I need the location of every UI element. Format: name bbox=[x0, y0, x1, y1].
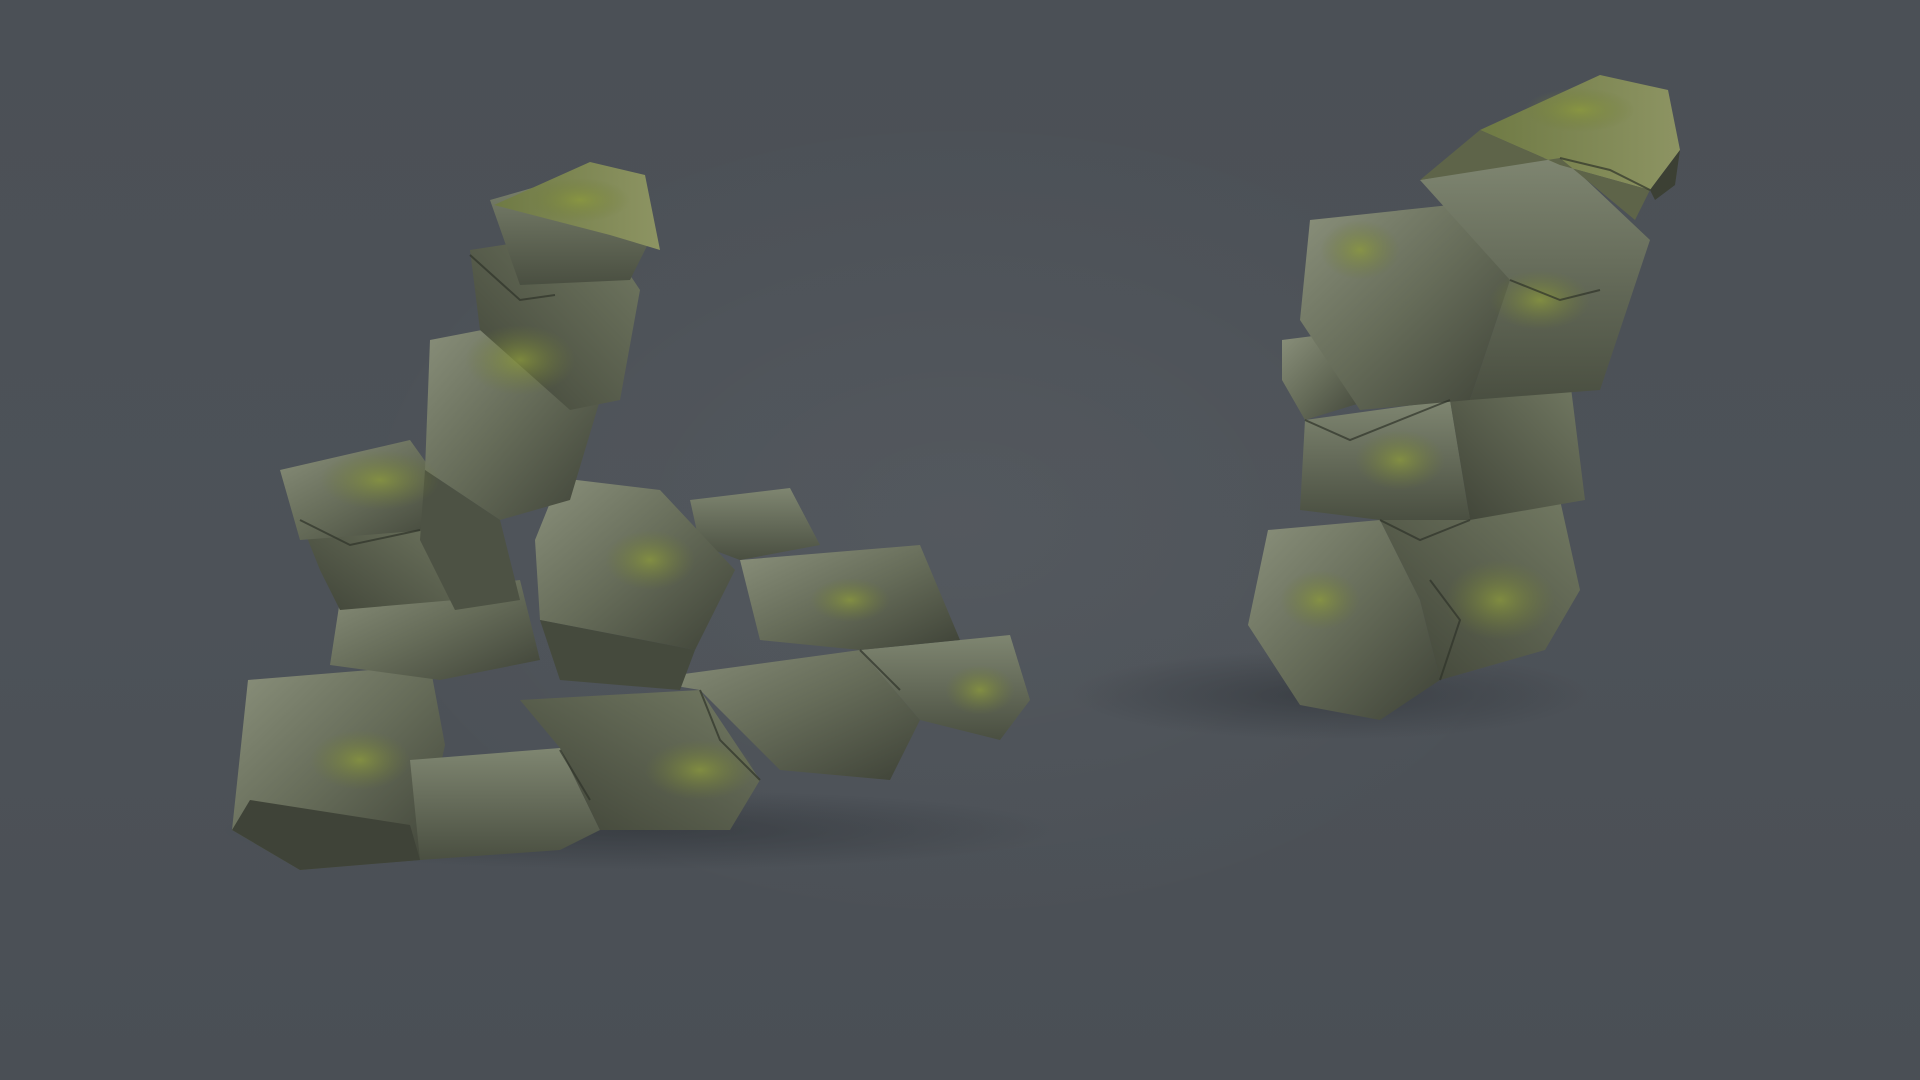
moss-patch bbox=[1320, 220, 1400, 280]
moss-patch bbox=[465, 325, 575, 395]
moss-patch bbox=[645, 740, 755, 800]
moss-patch bbox=[310, 730, 410, 790]
moss-patch bbox=[530, 178, 630, 222]
moss-patch bbox=[1490, 270, 1590, 330]
moss-patch bbox=[1525, 88, 1635, 132]
moss-patch bbox=[1445, 560, 1555, 640]
moss-patch bbox=[810, 578, 890, 622]
moss-patch bbox=[1355, 430, 1445, 490]
moss-patch bbox=[945, 665, 1015, 715]
rock-pillar bbox=[1070, 75, 1680, 740]
rock-pillar-mid bbox=[1450, 380, 1585, 520]
rock-cluster bbox=[220, 162, 1060, 870]
scene-canvas bbox=[220, 75, 1680, 870]
moss-patch bbox=[605, 530, 695, 590]
render-viewport bbox=[0, 0, 1920, 1080]
moss-patch bbox=[1280, 570, 1360, 630]
moss-patch bbox=[320, 450, 440, 510]
